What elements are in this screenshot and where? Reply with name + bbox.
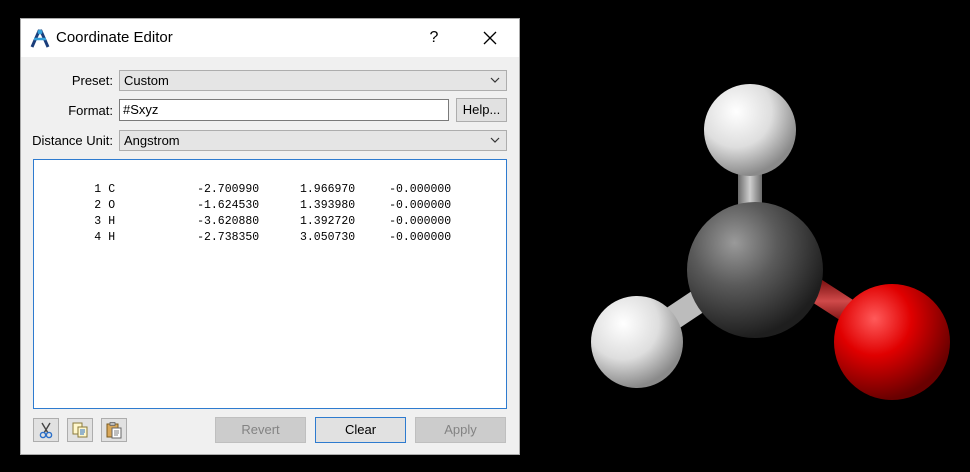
window-title: Coordinate Editor bbox=[56, 29, 173, 46]
atom-z: -0.000000 bbox=[389, 215, 452, 228]
avogadro-logo-icon bbox=[30, 29, 50, 48]
distance-unit-combo[interactable]: Angstrom bbox=[119, 130, 507, 151]
paste-button[interactable] bbox=[101, 418, 127, 442]
atom-element: O bbox=[108, 199, 116, 212]
copy-icon bbox=[72, 422, 88, 438]
carbon-atom bbox=[687, 202, 823, 338]
chevron-down-icon bbox=[490, 77, 500, 83]
preset-combo[interactable]: Custom bbox=[119, 70, 507, 91]
atom-z: -0.000000 bbox=[389, 231, 452, 244]
preset-value: Custom bbox=[124, 73, 169, 88]
preset-label: Preset: bbox=[71, 73, 113, 88]
atom-x: -2.700990 bbox=[197, 183, 260, 196]
atom-index: 2 bbox=[94, 199, 102, 212]
coordinate-row: 1 C -2.700990 1.966970 -0.000000 bbox=[39, 166, 506, 196]
atom-y: 3.050730 bbox=[300, 231, 356, 244]
atom-y: 1.966970 bbox=[300, 183, 356, 196]
cut-button[interactable] bbox=[33, 418, 59, 442]
coordinates-text-editor[interactable]: 1 C -2.700990 1.966970 -0.000000 2 O -1.624530… bbox=[33, 159, 507, 409]
clear-button[interactable]: Clear bbox=[315, 417, 406, 443]
close-icon bbox=[483, 31, 497, 45]
atom-z: -0.000000 bbox=[389, 183, 452, 196]
atom-x: -2.738350 bbox=[197, 231, 260, 244]
close-button[interactable] bbox=[475, 19, 505, 57]
atom-index: 3 bbox=[94, 215, 102, 228]
atom-index: 1 bbox=[94, 183, 102, 196]
atom-x: -1.624530 bbox=[197, 199, 260, 212]
hydrogen-atom-top bbox=[704, 84, 796, 176]
distance-unit-label: Distance Unit: bbox=[32, 133, 113, 148]
atom-element: H bbox=[108, 215, 116, 228]
hydrogen-atom-left bbox=[591, 296, 683, 388]
title-bar: Coordinate Editor ? bbox=[21, 19, 519, 57]
atom-element: H bbox=[108, 231, 116, 244]
paste-icon bbox=[106, 422, 122, 439]
atom-y: 1.392720 bbox=[300, 215, 356, 228]
atom-y: 1.393980 bbox=[300, 199, 356, 212]
chevron-down-icon bbox=[490, 137, 500, 143]
coordinate-editor-dialog: Coordinate Editor ? Preset: Custom Forma… bbox=[20, 18, 520, 455]
molecule-viewport[interactable] bbox=[560, 60, 970, 420]
copy-button[interactable] bbox=[67, 418, 93, 442]
cut-icon bbox=[39, 422, 53, 439]
help-button[interactable]: Help... bbox=[456, 98, 507, 122]
oxygen-atom bbox=[834, 284, 950, 400]
atom-x: -3.620880 bbox=[197, 215, 260, 228]
apply-button[interactable]: Apply bbox=[415, 417, 506, 443]
format-input[interactable]: #Sxyz bbox=[119, 99, 449, 121]
distance-unit-value: Angstrom bbox=[124, 133, 180, 148]
context-help-button[interactable]: ? bbox=[419, 19, 449, 57]
revert-button[interactable]: Revert bbox=[215, 417, 306, 443]
screen: Coordinate Editor ? Preset: Custom Forma… bbox=[0, 0, 970, 472]
atom-index: 4 bbox=[94, 231, 102, 244]
atom-element: C bbox=[108, 183, 116, 196]
format-label: Format: bbox=[68, 103, 113, 118]
atom-z: -0.000000 bbox=[389, 199, 452, 212]
